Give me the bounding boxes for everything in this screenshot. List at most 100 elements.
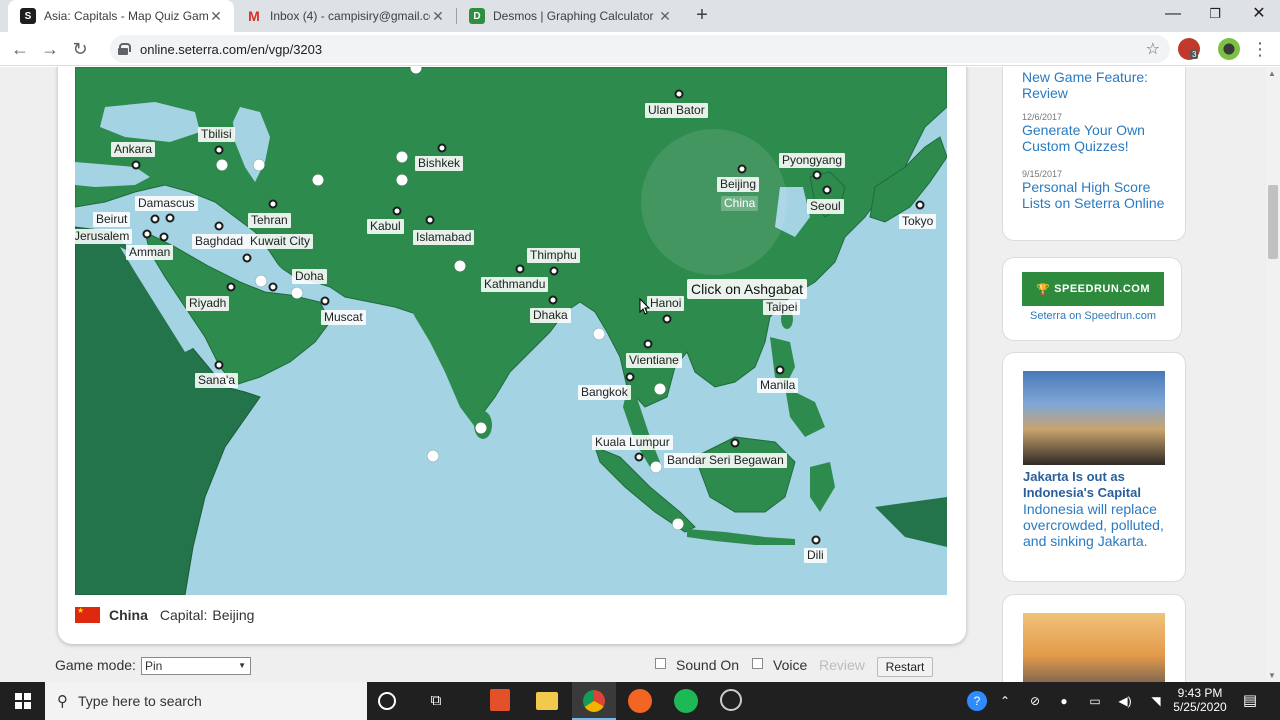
city-pin-unanswered[interactable] xyxy=(216,159,228,171)
city-pin[interactable] xyxy=(634,452,644,462)
battery-icon[interactable]: ▭ xyxy=(1084,682,1106,720)
city-pin[interactable] xyxy=(268,199,278,209)
city-pin-unanswered[interactable] xyxy=(396,174,408,186)
city-pin[interactable] xyxy=(730,438,740,448)
news-item[interactable]: New Game Feature: Review xyxy=(1022,69,1182,101)
office-icon[interactable] xyxy=(490,689,510,711)
address-bar[interactable]: online.seterra.com/en/vgp/3203 ☆ xyxy=(110,35,1170,63)
microphone-icon[interactable]: ● xyxy=(1054,682,1074,720)
city-pin[interactable] xyxy=(159,232,169,242)
city-pin[interactable] xyxy=(242,253,252,263)
city-pin[interactable] xyxy=(915,200,925,210)
news-item[interactable]: 9/15/2017 Personal High Score Lists on S… xyxy=(1022,169,1182,211)
news-item[interactable]: 12/6/2017 Generate Your Own Custom Quizz… xyxy=(1022,112,1182,154)
city-pin[interactable] xyxy=(150,214,160,224)
city-pin[interactable] xyxy=(643,339,653,349)
news-title[interactable]: Personal High Score Lists on Seterra Onl… xyxy=(1022,179,1182,211)
city-pin-unanswered[interactable] xyxy=(593,328,605,340)
profile-avatar[interactable] xyxy=(1218,38,1240,60)
city-pin[interactable] xyxy=(437,143,447,153)
city-pin-unanswered[interactable] xyxy=(291,287,303,299)
file-explorer-icon[interactable] xyxy=(536,692,558,710)
scroll-up-icon[interactable]: ▲ xyxy=(1268,69,1276,78)
city-pin[interactable] xyxy=(268,282,278,292)
notifications-icon[interactable]: ▤ xyxy=(1238,682,1262,720)
city-pin[interactable] xyxy=(674,89,684,99)
city-pin[interactable] xyxy=(425,215,435,225)
new-tab-button[interactable]: + xyxy=(690,4,714,28)
scrollbar-thumb[interactable] xyxy=(1268,185,1278,259)
article-card-2[interactable] xyxy=(1002,594,1186,682)
task-view-icon[interactable]: ⧉ xyxy=(424,689,448,713)
app-icon[interactable] xyxy=(628,689,652,713)
city-pin[interactable] xyxy=(214,145,224,155)
voice-checkbox[interactable] xyxy=(752,658,763,669)
article-card[interactable]: Jakarta Is out as Indonesia's Capital In… xyxy=(1002,352,1186,582)
close-icon[interactable]: ✕ xyxy=(657,8,673,25)
speedrun-link[interactable]: Seterra on Speedrun.com xyxy=(1003,310,1183,322)
speedrun-card[interactable]: 🏆 SPEEDRUN.COM Seterra on Speedrun.com xyxy=(1002,257,1182,341)
city-pin[interactable] xyxy=(515,264,525,274)
city-pin-unanswered[interactable] xyxy=(654,383,666,395)
city-pin-unanswered[interactable] xyxy=(672,518,684,530)
city-pin[interactable] xyxy=(548,295,558,305)
city-pin[interactable] xyxy=(662,314,672,324)
reload-button[interactable]: ↻ xyxy=(68,37,92,61)
close-window-button[interactable]: ✕ xyxy=(1236,0,1280,30)
city-pin-unanswered[interactable] xyxy=(312,174,324,186)
city-pin[interactable] xyxy=(625,372,635,382)
close-icon[interactable]: ✕ xyxy=(208,8,224,25)
tab-gmail[interactable]: M Inbox (4) - campisiry@gmail.com ✕ xyxy=(234,0,456,32)
game-mode-select[interactable]: Pin ▼ xyxy=(141,657,251,675)
taskbar-search[interactable]: ⚲ Type here to search xyxy=(45,682,367,720)
close-icon[interactable]: ✕ xyxy=(430,8,446,25)
city-pin-unanswered[interactable] xyxy=(650,461,662,473)
city-pin[interactable] xyxy=(811,535,821,545)
city-pin[interactable] xyxy=(775,365,785,375)
city-pin-unanswered[interactable] xyxy=(427,450,439,462)
city-pin-unanswered[interactable] xyxy=(396,151,408,163)
clock[interactable]: 9:43 PM 5/25/2020 xyxy=(1170,682,1230,720)
city-pin[interactable] xyxy=(320,296,330,306)
volume-icon[interactable]: ◀) xyxy=(1114,682,1136,720)
quiz-map[interactable]: Ulan Bator Ankara Tbilisi Bishkek Pyongy… xyxy=(75,67,947,595)
restart-button[interactable]: Restart xyxy=(877,657,933,677)
city-pin[interactable] xyxy=(214,360,224,370)
bookmark-star-icon[interactable]: ☆ xyxy=(1146,39,1160,59)
city-pin-unanswered[interactable] xyxy=(454,260,466,272)
city-pin-unanswered[interactable] xyxy=(253,159,265,171)
review-button[interactable]: Review xyxy=(819,657,865,673)
menu-icon[interactable]: ⋮ xyxy=(1248,37,1272,61)
city-pin-unanswered[interactable] xyxy=(255,275,267,287)
start-button[interactable] xyxy=(0,682,45,720)
minimize-button[interactable]: — xyxy=(1150,0,1196,30)
city-pin[interactable] xyxy=(737,164,747,174)
city-pin[interactable] xyxy=(812,170,822,180)
news-title[interactable]: Generate Your Own Custom Quizzes! xyxy=(1022,122,1182,154)
city-pin[interactable] xyxy=(822,185,832,195)
city-pin[interactable] xyxy=(392,206,402,216)
cortana-icon[interactable] xyxy=(378,692,396,710)
sound-checkbox[interactable] xyxy=(655,658,666,669)
page-scrollbar[interactable]: ▲ ▼ xyxy=(1266,67,1280,682)
news-title[interactable]: New Game Feature: Review xyxy=(1022,69,1182,101)
chevron-up-icon[interactable]: ⌃ xyxy=(996,682,1014,720)
tab-seterra[interactable]: S Asia: Capitals - Map Quiz Game ✕ xyxy=(8,0,234,32)
spotify-icon[interactable] xyxy=(674,689,698,713)
wifi-icon[interactable]: ◥ xyxy=(1146,682,1166,720)
help-icon[interactable]: ? xyxy=(964,682,990,720)
restore-button[interactable]: ❐ xyxy=(1192,0,1238,30)
app-icon[interactable] xyxy=(720,689,742,711)
city-pin[interactable] xyxy=(131,160,141,170)
city-pin[interactable] xyxy=(142,229,152,239)
city-pin[interactable] xyxy=(226,282,236,292)
city-pin[interactable] xyxy=(549,266,559,276)
back-button[interactable]: ← xyxy=(8,37,32,61)
chrome-taskbar-button[interactable] xyxy=(572,682,616,720)
skyline-photo[interactable] xyxy=(1023,613,1165,682)
city-pin[interactable] xyxy=(214,221,224,231)
speedrun-banner[interactable]: 🏆 SPEEDRUN.COM xyxy=(1022,272,1164,306)
adblock-extension-icon[interactable]: 3 xyxy=(1178,38,1200,60)
tab-desmos[interactable]: D Desmos | Graphing Calculator ✕ xyxy=(457,0,683,32)
forward-button[interactable]: → xyxy=(38,37,62,61)
